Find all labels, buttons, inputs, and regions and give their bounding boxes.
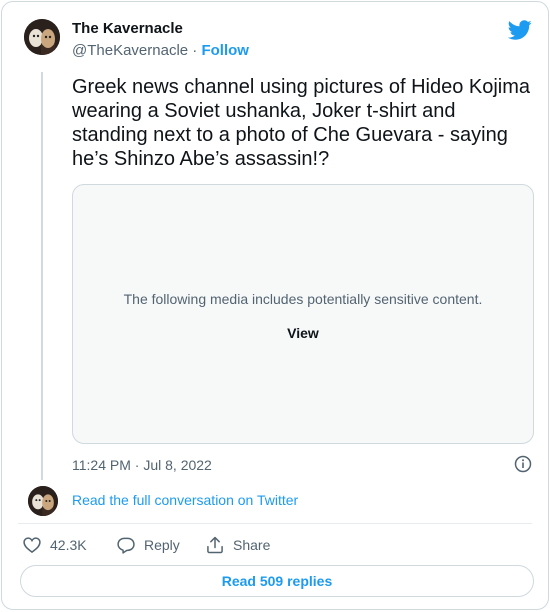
timestamp-separator: · [134, 457, 140, 473]
view-media-button[interactable]: View [73, 325, 533, 341]
like-count: 42.3K [50, 537, 87, 553]
twitter-bird-icon[interactable] [507, 18, 532, 42]
read-replies-button[interactable]: Read 509 replies [20, 565, 534, 597]
reply-icon [117, 537, 135, 554]
tweet-time: 11:24 PM [72, 457, 131, 473]
author-handle-row: @TheKavernacle · Follow [72, 42, 249, 59]
heart-icon [23, 537, 41, 554]
actions-divider [18, 523, 532, 524]
share-icon [207, 536, 223, 554]
share-label: Share [233, 537, 271, 553]
author-handle[interactable]: @TheKavernacle [72, 42, 188, 59]
tweet-text: Greek news channel using pictures of Hid… [72, 76, 531, 170]
thread-line [41, 72, 43, 480]
author-name[interactable]: The Kavernacle [72, 20, 183, 37]
author-avatar[interactable] [24, 19, 60, 55]
like-button[interactable]: 42.3K [22, 535, 87, 555]
reply-label: Reply [144, 537, 180, 553]
handle-separator: · [192, 42, 198, 59]
tweet-timestamp[interactable]: 11:24 PM · Jul 8, 2022 [72, 457, 212, 473]
embedded-tweet-card: The Kavernacle @TheKavernacle · Follow G… [1, 1, 549, 610]
sensitive-media-warning: The following media includes potentially… [123, 291, 483, 307]
share-button[interactable]: Share [205, 535, 270, 555]
follow-button[interactable]: Follow [201, 42, 249, 59]
tweet-date: Jul 8, 2022 [143, 457, 212, 473]
reply-button[interactable]: Reply [116, 535, 180, 555]
sensitive-media-placeholder[interactable]: The following media includes potentially… [72, 184, 534, 444]
info-icon[interactable] [514, 455, 532, 473]
read-full-conversation-link[interactable]: Read the full conversation on Twitter [72, 492, 298, 508]
author-avatar-small[interactable] [28, 486, 58, 516]
